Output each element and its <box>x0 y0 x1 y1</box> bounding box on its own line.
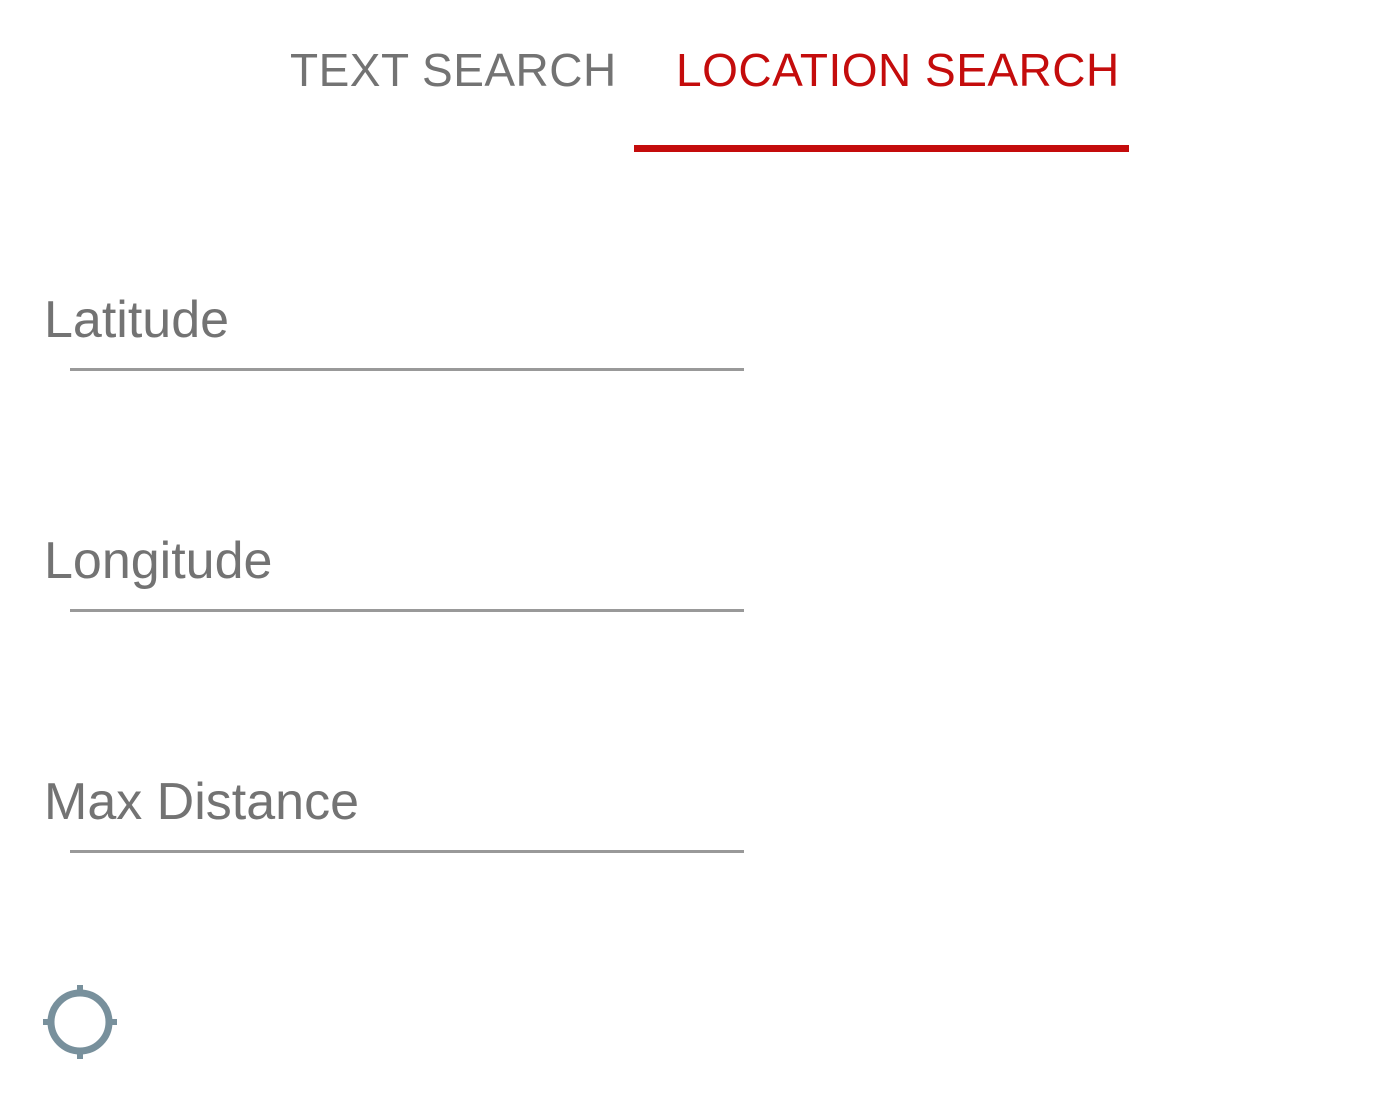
max-distance-underline <box>70 850 744 853</box>
active-tab-indicator <box>634 145 1129 152</box>
max-distance-field[interactable]: Max Distance <box>44 772 744 872</box>
max-distance-input[interactable] <box>44 772 744 842</box>
longitude-input[interactable] <box>44 531 744 601</box>
crosshair-icon <box>43 985 117 1059</box>
longitude-underline <box>70 609 744 612</box>
latitude-underline <box>70 368 744 371</box>
latitude-input[interactable] <box>44 290 744 360</box>
longitude-field[interactable]: Longitude <box>44 531 744 631</box>
latitude-field[interactable]: Latitude <box>44 290 744 390</box>
locate-button[interactable] <box>40 982 120 1062</box>
tab-location-search[interactable]: LOCATION SEARCH <box>676 40 1120 100</box>
tab-text-search[interactable]: TEXT SEARCH <box>290 40 617 100</box>
